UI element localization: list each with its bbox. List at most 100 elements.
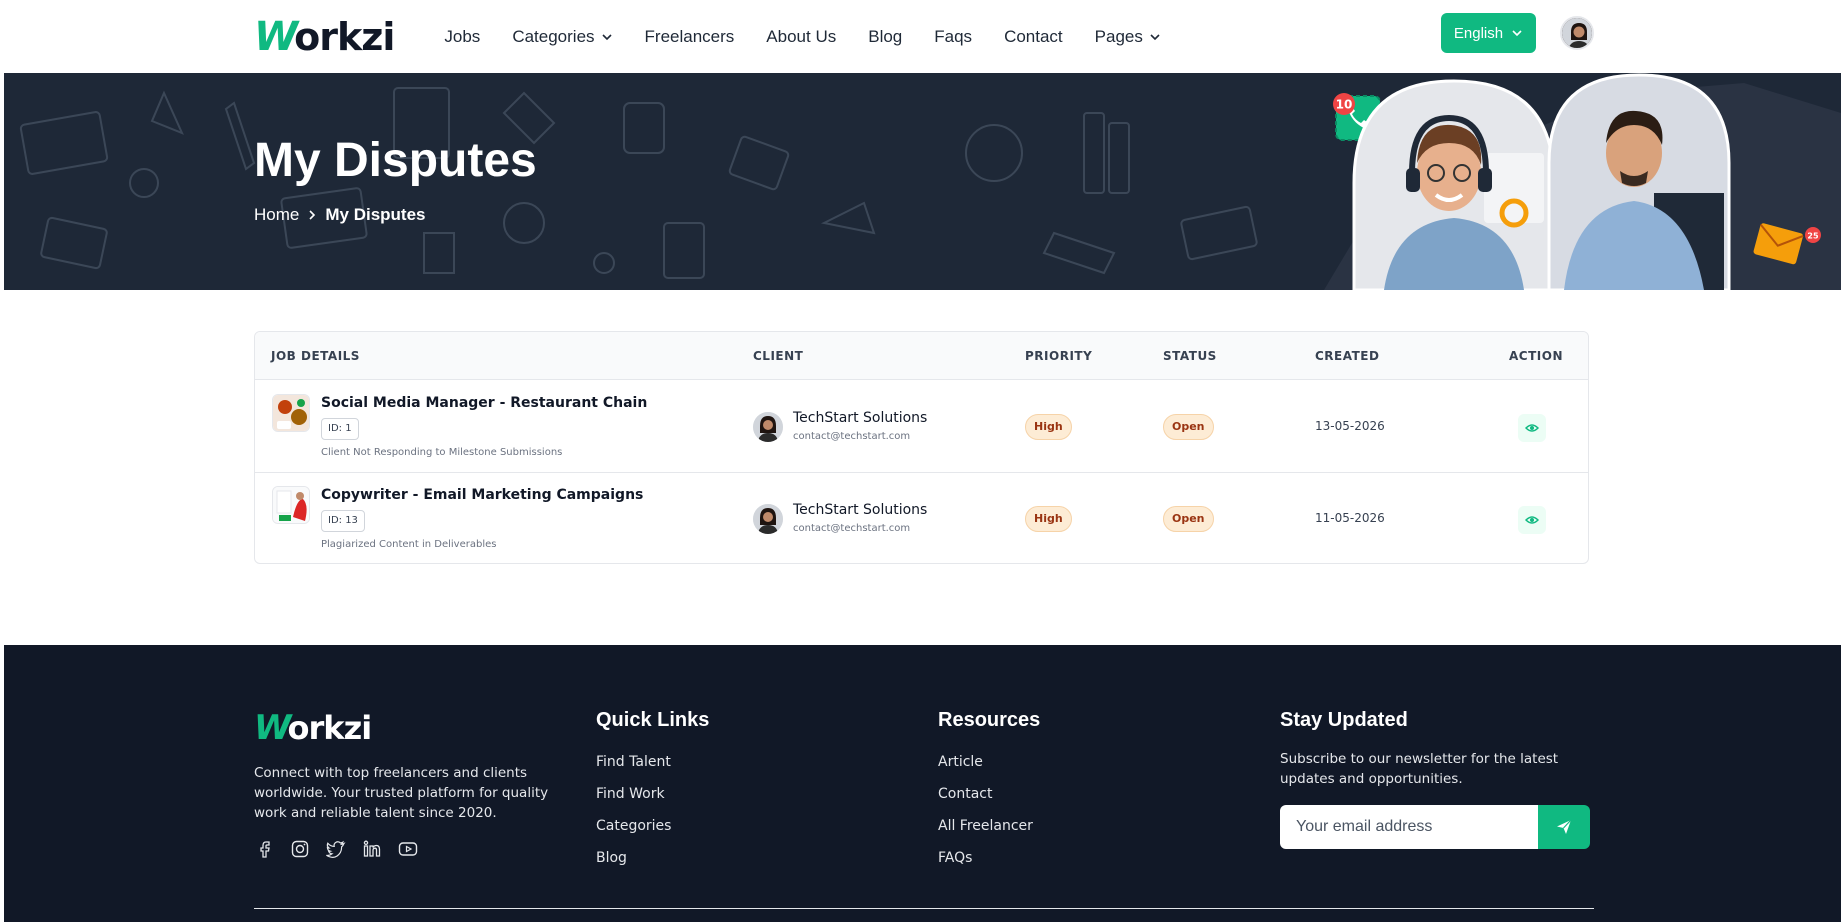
- site-logo[interactable]: W orkzi: [254, 13, 395, 60]
- footer-link-blog[interactable]: Blog: [596, 848, 671, 868]
- header-actions: English: [1441, 13, 1594, 53]
- view-dispute-button[interactable]: [1518, 506, 1546, 534]
- chevron-down-icon: [1512, 30, 1522, 37]
- nav-pages[interactable]: Pages: [1095, 27, 1161, 47]
- job-title[interactable]: Copywriter - Email Marketing Campaigns: [321, 487, 643, 503]
- footer-logo-mark: W: [254, 708, 291, 748]
- chevron-right-icon: [309, 210, 316, 220]
- nav-pages-label: Pages: [1094, 26, 1143, 46]
- created-date: 11-05-2026: [1315, 511, 1385, 525]
- footer-divider: [254, 908, 1594, 909]
- page-title: My Disputes: [254, 134, 537, 187]
- job-thumbnail-image: [273, 395, 309, 431]
- priority-badge: High: [1025, 506, 1072, 532]
- footer-about-text: Connect with top freelancers and clients…: [254, 765, 549, 821]
- client-name: TechStart Solutions: [793, 410, 928, 426]
- freelancer-photo-1: [1352, 79, 1556, 290]
- footer-link-find-talent[interactable]: Find Talent: [596, 752, 671, 772]
- breadcrumb: Home My Disputes: [254, 205, 426, 225]
- client-avatar: [753, 412, 783, 442]
- dispute-reason: Client Not Responding to Milestone Submi…: [321, 447, 563, 458]
- language-label: English: [1453, 24, 1504, 42]
- resources-list: Article Contact All Freelancer FAQs: [938, 752, 1033, 868]
- nav-jobs-label: Jobs: [444, 26, 481, 46]
- nav-contact-label: Contact: [1004, 26, 1063, 46]
- col-job-details: JOB DETAILS: [271, 349, 360, 363]
- col-client: CLIENT: [753, 349, 804, 363]
- dispute-reason: Plagiarized Content in Deliverables: [321, 539, 497, 550]
- col-created: CREATED: [1315, 349, 1380, 363]
- chevron-down-icon: [601, 33, 612, 40]
- logo-text: orkzi: [294, 14, 395, 59]
- footer-link-categories[interactable]: Categories: [596, 816, 671, 836]
- youtube-icon[interactable]: [398, 839, 418, 859]
- linkedin-icon[interactable]: [362, 839, 382, 859]
- breadcrumb-current: My Disputes: [325, 205, 426, 224]
- language-selector[interactable]: English: [1441, 13, 1536, 53]
- client-avatar-image: [753, 412, 783, 442]
- client-avatar: [753, 504, 783, 534]
- job-id-badge: ID: 1: [321, 418, 359, 440]
- user-avatar[interactable]: [1560, 16, 1594, 50]
- logo-mark: W: [254, 13, 298, 60]
- table-header: JOB DETAILS CLIENT PRIORITY STATUS CREAT…: [255, 332, 1588, 380]
- status-badge: Open: [1163, 414, 1214, 440]
- footer-logo[interactable]: W orkzi: [254, 708, 372, 748]
- call-count-badge-text: 10: [1336, 98, 1353, 112]
- nav-blog-label: Blog: [868, 26, 903, 46]
- eye-icon: [1525, 516, 1539, 524]
- footer-link-all-freelancer[interactable]: All Freelancer: [938, 816, 1033, 836]
- nav-about-us[interactable]: About Us: [766, 27, 836, 47]
- footer-link-contact[interactable]: Contact: [938, 784, 1033, 804]
- nav-faqs[interactable]: Faqs: [934, 27, 972, 47]
- send-icon: [1557, 819, 1572, 834]
- client-email: contact@techstart.com: [793, 431, 911, 442]
- main-nav: Jobs Categories Freelancers About Us Blo…: [444, 27, 1160, 47]
- quick-links-list: Find Talent Find Work Categories Blog: [596, 752, 671, 868]
- job-thumbnail: [272, 394, 310, 432]
- col-status: STATUS: [1163, 349, 1217, 363]
- nav-jobs[interactable]: Jobs: [444, 27, 480, 47]
- site-footer: W orkzi Connect with top freelancers and…: [4, 645, 1841, 922]
- twitter-icon[interactable]: [326, 839, 346, 859]
- page-hero: My Disputes Home My Disputes 10 25: [4, 73, 1841, 290]
- job-thumbnail-image: [273, 487, 309, 523]
- quick-links-heading: Quick Links: [596, 709, 710, 731]
- nav-categories-label: Categories: [512, 26, 595, 46]
- user-avatar-icon: [1562, 18, 1592, 48]
- newsletter-submit-button[interactable]: [1538, 805, 1590, 849]
- created-date: 13-05-2026: [1315, 419, 1385, 433]
- priority-badge: High: [1025, 414, 1072, 440]
- newsletter-email-input[interactable]: [1280, 805, 1538, 849]
- disputes-table: JOB DETAILS CLIENT PRIORITY STATUS CREAT…: [254, 331, 1589, 564]
- nav-freelancers[interactable]: Freelancers: [645, 27, 735, 47]
- client-name: TechStart Solutions: [793, 502, 928, 518]
- eye-icon: [1525, 424, 1539, 432]
- nav-blog[interactable]: Blog: [868, 27, 902, 47]
- breadcrumb-home[interactable]: Home: [254, 205, 299, 225]
- table-row: Copywriter - Email Marketing Campaigns I…: [255, 473, 1588, 563]
- footer-link-find-work[interactable]: Find Work: [596, 784, 671, 804]
- footer-link-article[interactable]: Article: [938, 752, 1033, 772]
- nav-about-label: About Us: [766, 26, 837, 46]
- instagram-icon[interactable]: [290, 839, 310, 859]
- col-action: ACTION: [1509, 349, 1563, 363]
- job-title[interactable]: Social Media Manager - Restaurant Chain: [321, 395, 647, 411]
- chevron-down-icon: [1150, 33, 1160, 40]
- nav-categories[interactable]: Categories: [512, 27, 612, 47]
- col-priority: PRIORITY: [1025, 349, 1093, 363]
- newsletter-text: Subscribe to our newsletter for the late…: [1280, 751, 1559, 787]
- client-email: contact@techstart.com: [793, 523, 911, 534]
- freelancer-photo-2: [1547, 73, 1731, 290]
- nav-freelancers-label: Freelancers: [644, 26, 735, 46]
- table-row: Social Media Manager - Restaurant Chain …: [255, 381, 1588, 473]
- status-badge: Open: [1163, 506, 1214, 532]
- nav-contact[interactable]: Contact: [1004, 27, 1063, 47]
- newsletter-form: [1280, 805, 1590, 849]
- footer-link-faqs[interactable]: FAQs: [938, 848, 1033, 868]
- job-thumbnail: [272, 486, 310, 524]
- newsletter-heading: Stay Updated: [1280, 709, 1408, 731]
- facebook-icon[interactable]: [254, 839, 274, 859]
- resources-heading: Resources: [938, 709, 1041, 731]
- view-dispute-button[interactable]: [1518, 414, 1546, 442]
